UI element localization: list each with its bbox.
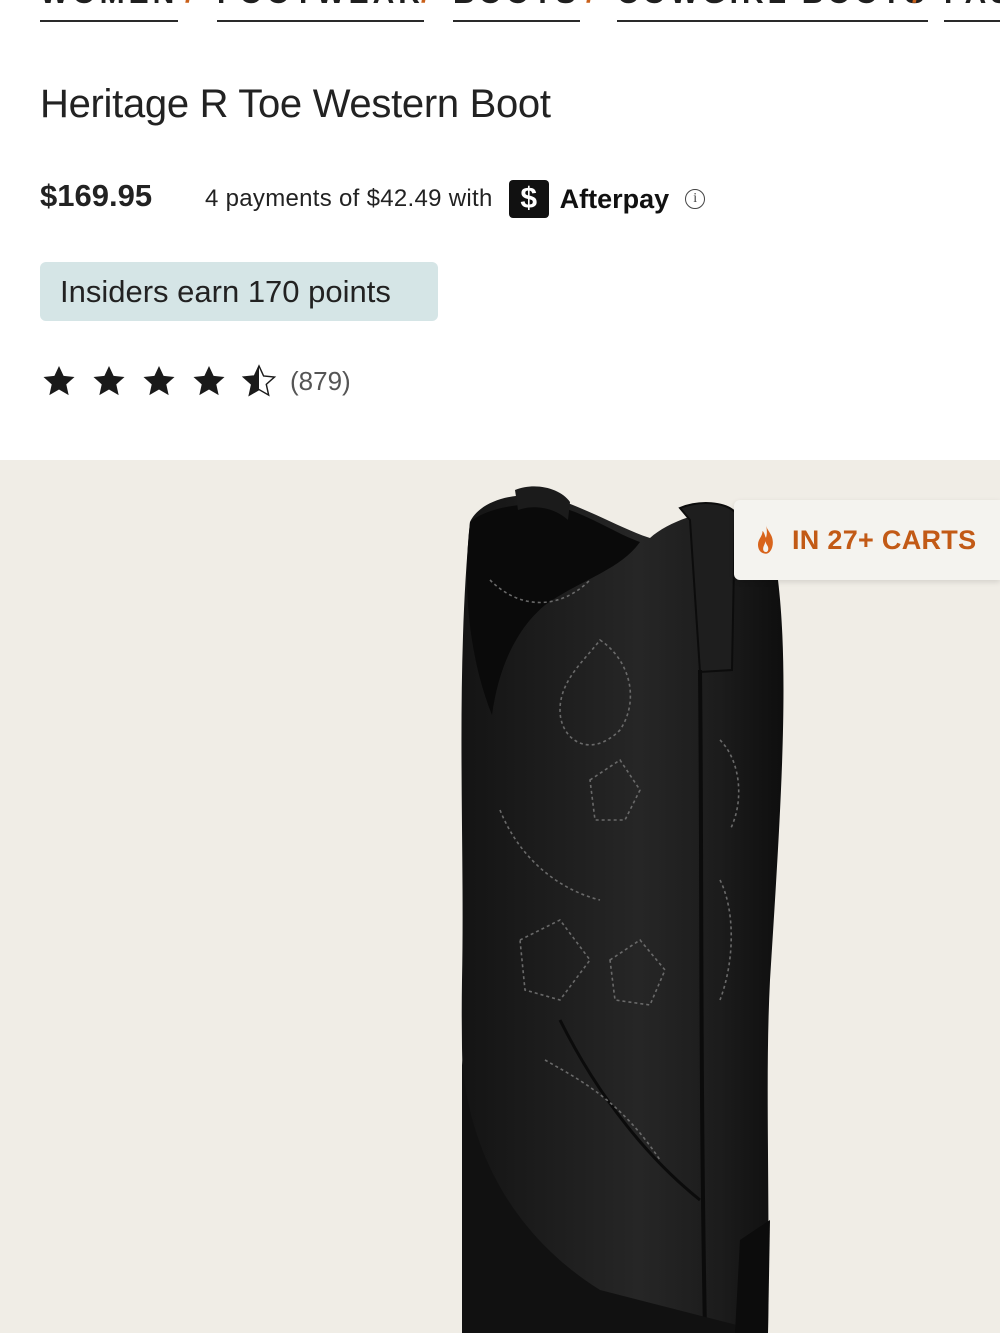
insiders-points-badge: Insiders earn 170 points [40, 262, 438, 321]
product-title: Heritage R Toe Western Boot [40, 82, 551, 126]
product-image-gallery[interactable] [0, 460, 1000, 1333]
afterpay-text: 4 payments of $42.49 with [205, 185, 493, 212]
afterpay-logo-icon: $ [508, 180, 549, 218]
breadcrumb-separator: / [912, 0, 920, 8]
breadcrumb-separator: / [586, 0, 594, 8]
star-icon [40, 362, 78, 400]
product-image-boot [461, 486, 784, 1333]
rating-stars[interactable]: (879) [40, 362, 351, 400]
star-icon [90, 362, 128, 400]
breadcrumb-separator: / [185, 0, 193, 8]
star-icon [190, 362, 228, 400]
afterpay-logo[interactable]: $ Afterpay [508, 180, 670, 218]
product-price: $169.95 [40, 178, 153, 213]
breadcrumb-item-boots[interactable]: BOOTS [453, 0, 580, 22]
star-icon [140, 362, 178, 400]
review-count[interactable]: (879) [290, 366, 351, 397]
afterpay-installments: 4 payments of $42.49 with $ Afterpay i [205, 180, 706, 218]
flame-icon [758, 525, 773, 554]
info-icon[interactable]: i [685, 189, 706, 209]
afterpay-brand: Afterpay [559, 183, 670, 214]
carts-count-text: IN 27+ CARTS [792, 524, 977, 555]
breadcrumb-item-cowgirl-boots[interactable]: COWGIRL BOOTS [617, 0, 929, 22]
half-star-icon [240, 362, 278, 400]
breadcrumb-item-women[interactable]: WOMEN [40, 0, 179, 22]
breadcrumb-separator: / [421, 0, 429, 8]
breadcrumb-item-footwear[interactable]: FOOTWEAR [217, 0, 424, 22]
breadcrumb-item-fashion[interactable]: FAS [944, 0, 1000, 22]
carts-popularity-badge: IN 27+ CARTS [734, 500, 1000, 580]
